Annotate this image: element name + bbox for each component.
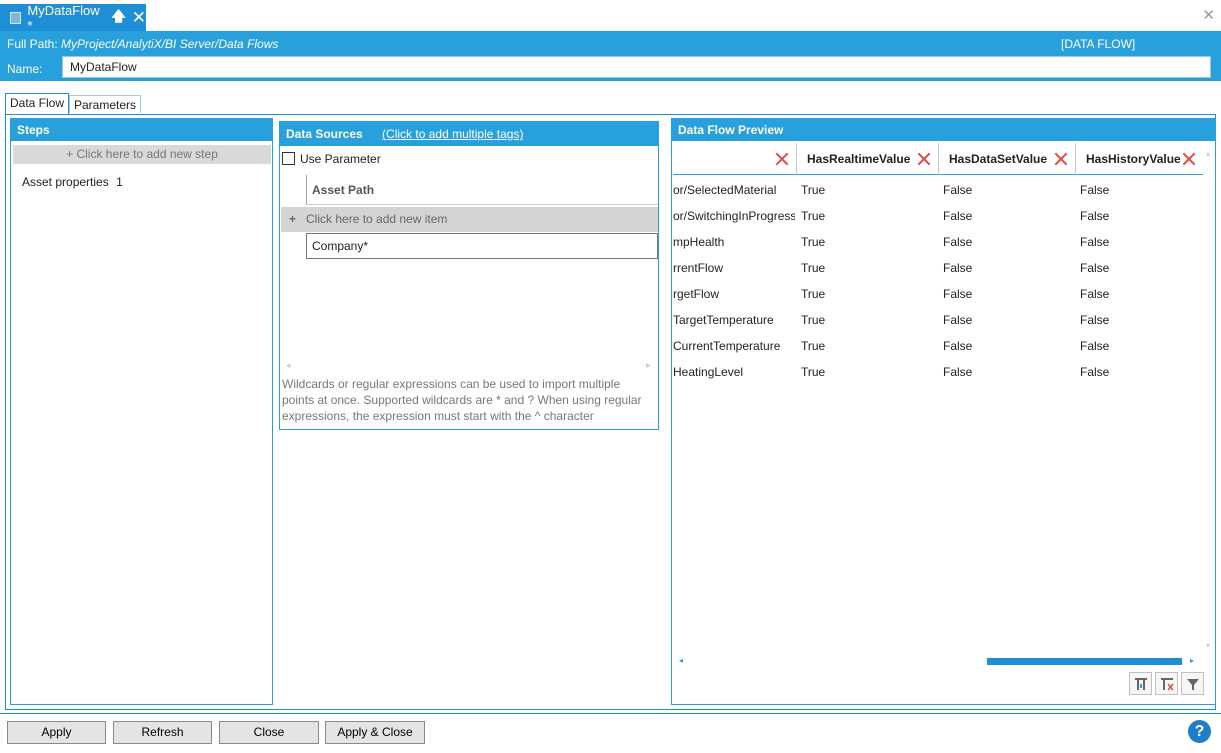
scroll-right-icon[interactable]: ▸	[1190, 656, 1194, 665]
filter-button[interactable]	[1181, 672, 1204, 695]
header-bar: Full Path: MyProject/AnalytiX/BI Server/…	[0, 31, 1221, 81]
scroll-left-icon[interactable]: ◂	[286, 360, 291, 371]
step-item-label: Asset properties	[22, 175, 109, 189]
pin-up-icon[interactable]: 🡅	[111, 6, 125, 30]
table-row[interactable]: CurrentTemperature True False False	[673, 333, 1203, 359]
clear-columns-button[interactable]	[1155, 672, 1178, 695]
apply-button[interactable]: Apply	[7, 721, 106, 744]
close-button[interactable]: Close	[219, 721, 319, 744]
table-row[interactable]: or/SelectedMaterial True False False	[673, 177, 1203, 203]
add-item-button[interactable]: + Click here to add new item	[281, 207, 658, 232]
document-tab-strip	[0, 0, 1221, 31]
table-row[interactable]: mpHealth True False False	[673, 229, 1203, 255]
data-sources-title: Data Sources	[286, 127, 363, 141]
remove-column-icon[interactable]	[774, 151, 790, 167]
data-sources-header: Data Sources (Click to add multiple tags…	[280, 122, 658, 146]
table-row[interactable]: rrentFlow True False False	[673, 255, 1203, 281]
scroll-right-icon[interactable]: ▸	[646, 360, 651, 371]
steps-panel: Steps + Click here to add new step Asset…	[10, 118, 273, 705]
remove-column-icon[interactable]	[1053, 151, 1069, 167]
full-path-label: Full Path:	[7, 37, 58, 51]
scroll-left-icon[interactable]: ◂	[679, 656, 683, 665]
add-step-button[interactable]: + Click here to add new step	[13, 145, 271, 164]
data-sources-panel: Data Sources (Click to add multiple tags…	[279, 121, 659, 430]
apply-and-close-button[interactable]: Apply & Close	[325, 721, 425, 744]
step-item[interactable]: Asset properties 1	[22, 175, 123, 189]
name-input[interactable]	[62, 56, 1211, 78]
add-multiple-tags-link[interactable]: (Click to add multiple tags)	[382, 127, 523, 141]
remove-column-icon[interactable]	[1181, 151, 1197, 167]
tab-data-flow[interactable]: Data Flow	[5, 93, 70, 114]
asset-path-column-header[interactable]: Asset Path	[306, 175, 658, 205]
add-item-label: Click here to add new item	[306, 212, 448, 226]
data-flow-icon	[10, 11, 22, 24]
window-close-icon[interactable]: ✕	[1202, 6, 1215, 24]
refresh-button[interactable]: Refresh	[113, 721, 212, 744]
full-path-value: MyProject/AnalytiX/BI Server/Data Flows	[61, 37, 279, 51]
close-icon[interactable]: ✕	[132, 9, 146, 26]
use-parameter-checkbox[interactable]	[282, 152, 295, 165]
steps-title: Steps	[11, 119, 272, 141]
preview-header-row: HasRealtimeValue HasDataSetValue HasHist…	[673, 143, 1203, 175]
plus-icon: +	[289, 212, 297, 226]
columns-icon	[1135, 678, 1147, 690]
scroll-up-icon[interactable]: ▴	[1206, 149, 1210, 158]
column-header[interactable]: HasDataSetValue	[939, 143, 1076, 175]
column-header[interactable]: HasHistoryValue	[1076, 143, 1203, 175]
document-tab-title: MyDataFlow *	[27, 2, 100, 33]
document-tab[interactable]: MyDataFlow * 🡅 ✕	[0, 2, 146, 33]
table-row[interactable]: TargetTemperature True False False	[673, 307, 1203, 333]
table-row[interactable]: HeatingLevel True False False	[673, 359, 1203, 385]
data-flow-preview-title: Data Flow Preview	[672, 119, 1215, 141]
table-row[interactable]: or/SwitchingInProgress True False False	[673, 203, 1203, 229]
data-flow-preview-panel: Data Flow Preview HasRealtimeValue HasDa…	[671, 118, 1216, 705]
remove-column-icon[interactable]	[916, 151, 932, 167]
use-parameter-label: Use Parameter	[300, 152, 381, 166]
tab-parameters[interactable]: Parameters	[69, 95, 142, 113]
clear-columns-icon	[1161, 678, 1174, 691]
step-item-count: 1	[116, 175, 123, 189]
filter-icon	[1187, 679, 1199, 690]
type-label: [DATA FLOW]	[1061, 37, 1136, 51]
help-icon[interactable]: ?	[1188, 720, 1211, 743]
column-settings-button[interactable]	[1129, 672, 1152, 695]
column-header[interactable]	[673, 143, 797, 175]
name-label: Name:	[7, 62, 43, 76]
preview-rows: or/SelectedMaterial True False False or/Swi…	[673, 177, 1203, 385]
asset-path-cell[interactable]: Company*	[306, 233, 658, 259]
wildcard-help-text: Wildcards or regular expressions can be …	[282, 377, 642, 423]
horizontal-scrollbar-thumb[interactable]	[987, 658, 1182, 665]
scroll-down-icon[interactable]: ▾	[1206, 641, 1210, 650]
column-header[interactable]: HasRealtimeValue	[797, 143, 939, 175]
bottom-divider	[0, 713, 1221, 714]
table-row[interactable]: rgetFlow True False False	[673, 281, 1203, 307]
